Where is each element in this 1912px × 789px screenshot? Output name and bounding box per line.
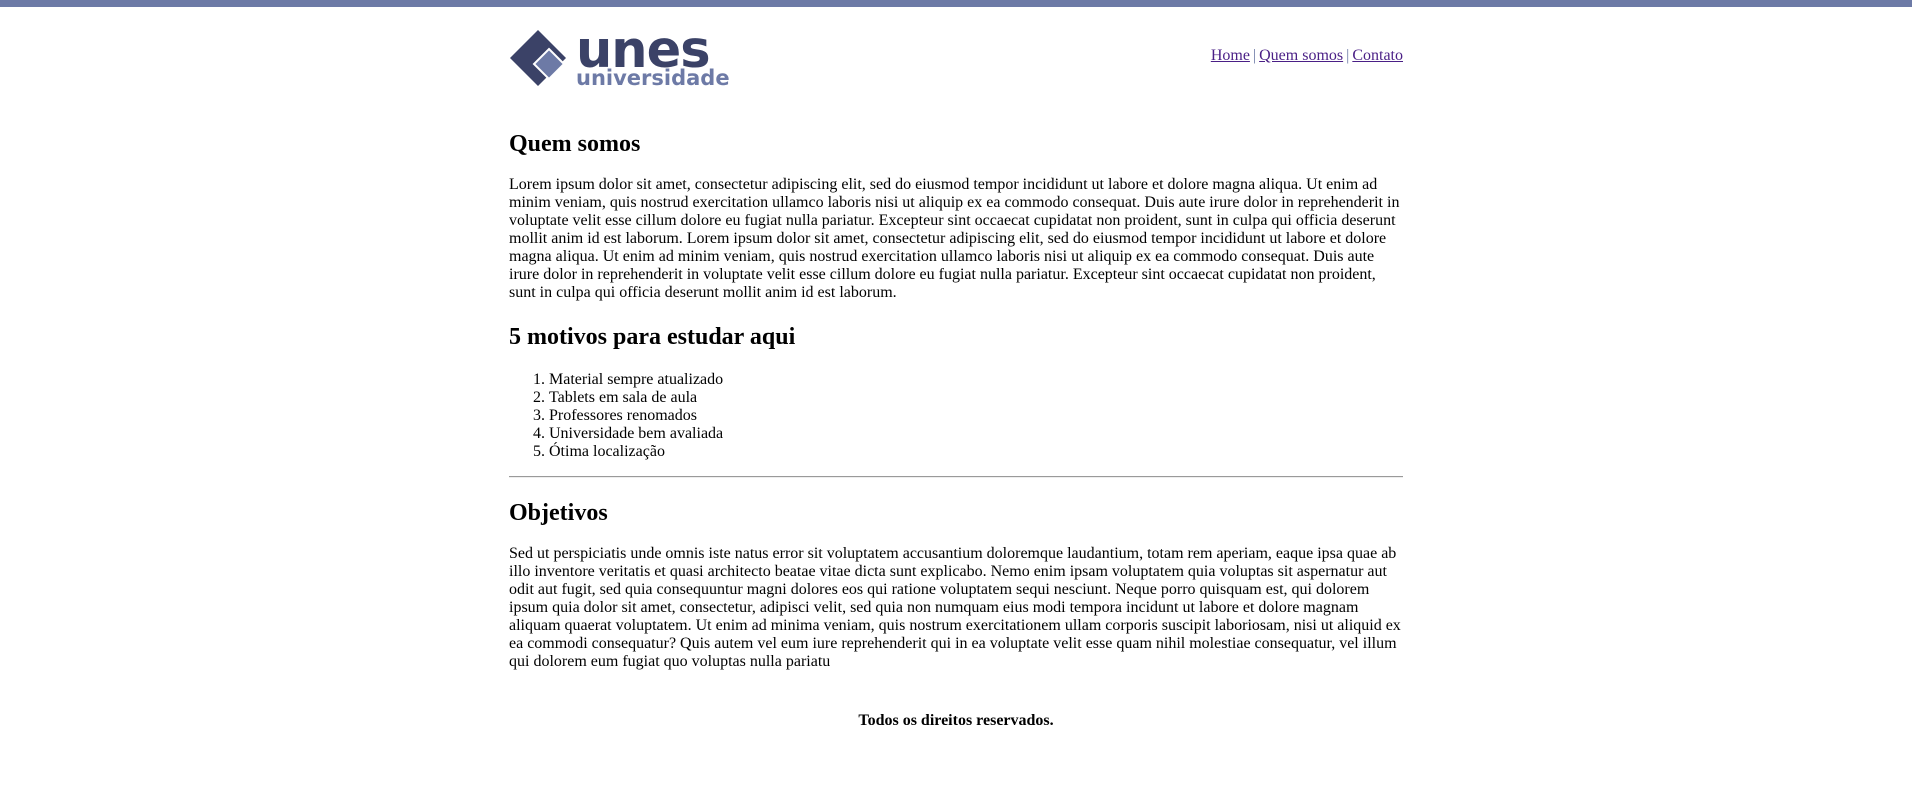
goals-heading: Objetivos: [509, 500, 608, 526]
site-footer: Todos os direitos reservados.: [858, 712, 1054, 729]
list-item: Tablets em sala de aula: [549, 389, 1403, 407]
list-item: Universidade bem avaliada: [549, 425, 1403, 443]
logo-subtitle: universidade: [576, 66, 730, 90]
nav-separator: |: [1346, 47, 1350, 64]
site-header: unes universidade Home | Quem somos | Contat…: [509, 7, 1403, 91]
goals-paragraph: Sed ut perspiciatis unde omnis iste natu…: [509, 545, 1401, 670]
page-container: unes universidade Home | Quem somos | Contat…: [509, 7, 1403, 730]
about-heading: Quem somos: [509, 131, 641, 157]
section-divider: [509, 476, 1403, 478]
list-item: Material sempre atualizado: [549, 371, 1403, 389]
top-accent-bar: [0, 0, 1912, 7]
unes-logo[interactable]: unes universidade: [509, 25, 730, 91]
about-paragraph: Lorem ipsum dolor sit amet, consectetur …: [509, 176, 1400, 301]
reasons-section: 5 motivos para estudar aqui Material sem…: [509, 323, 1403, 461]
diamond-logo-icon: [510, 30, 566, 86]
list-item: Ótima localização: [549, 443, 1403, 461]
about-section: Quem somos Lorem ipsum dolor sit amet, c…: [509, 130, 1403, 302]
nav-link-about[interactable]: Quem somos: [1259, 47, 1343, 64]
list-item: Professores renomados: [549, 407, 1403, 425]
nav-link-contact[interactable]: Contato: [1352, 47, 1403, 64]
main-nav: Home | Quem somos | Contato: [1211, 47, 1403, 65]
nav-separator: |: [1252, 47, 1257, 64]
reasons-heading: 5 motivos para estudar aqui: [509, 324, 796, 350]
reasons-list: Material sempre atualizado Tablets em sa…: [509, 371, 1403, 461]
nav-link-home[interactable]: Home: [1211, 47, 1250, 64]
goals-section: Objetivos Sed ut perspiciatis unde omnis…: [509, 499, 1403, 671]
